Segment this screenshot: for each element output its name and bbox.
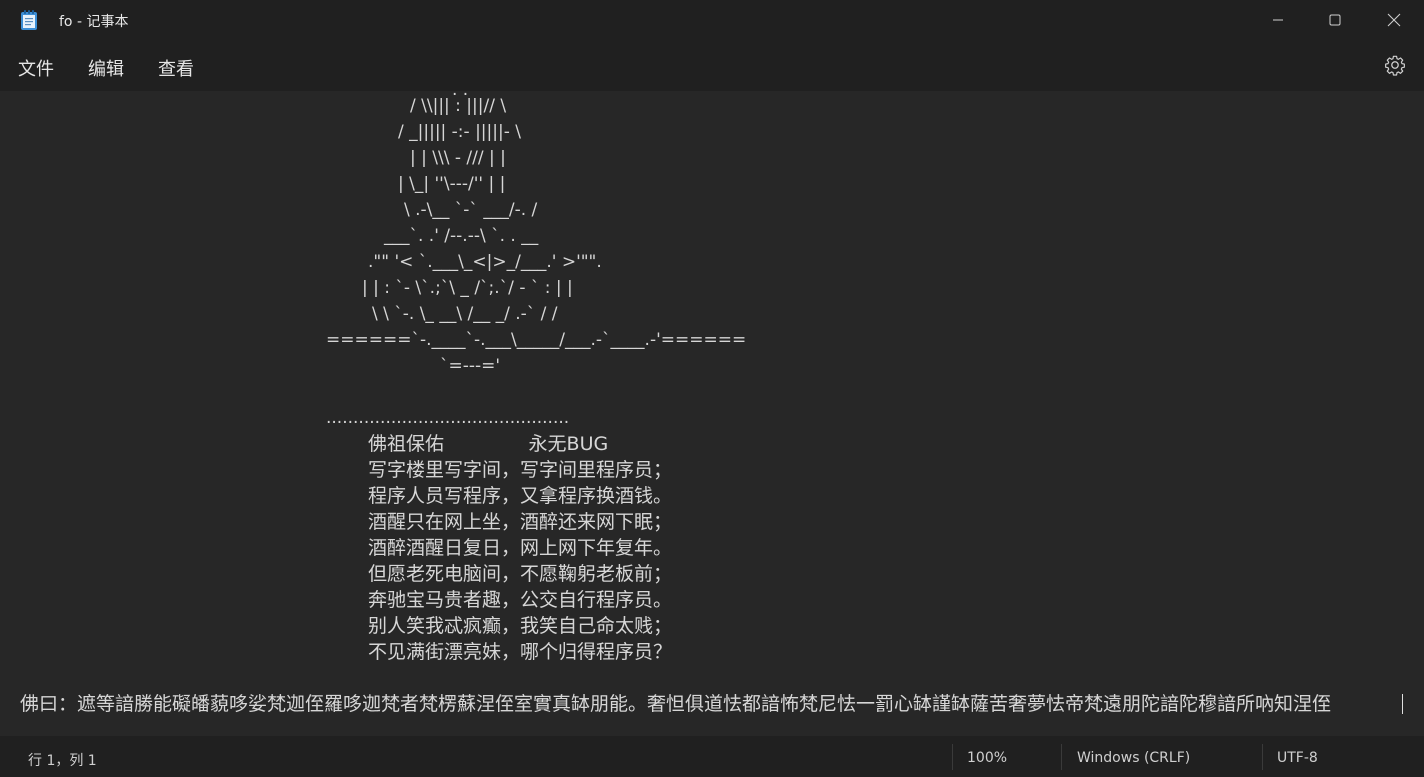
menu-view[interactable]: 查看	[158, 53, 194, 83]
encoded-text-line: 佛曰：遮等諳勝能礙皤藐哆娑梵迦侄羅哆迦梵者梵楞蘇涅侄室實真缽朋能。奢怛俱道怯都諳…	[20, 693, 1332, 715]
poem-line: 写字楼里写字间，写字间里程序员；	[368, 459, 673, 481]
poem-line: 不见满街漂亮妹，哪个归得程序员？	[368, 641, 673, 663]
title-bar[interactable]: fo - 记事本	[0, 0, 1424, 40]
text-editor[interactable]: . . / \\||| : |||// \ / _||||| -:- |||||…	[0, 91, 1424, 736]
ascii-art-line: ======`-.____`-.___\_____/___.-`____.-'=…	[326, 330, 747, 350]
maximize-icon	[1329, 14, 1340, 26]
poem-line: 酒醉酒醒日复日，网上网下年复年。	[368, 537, 673, 559]
ascii-art-line: ."" '< `.___\_<|>_/___.' >'"".	[368, 252, 602, 272]
ascii-art-line: | | \\\ - /// | |	[410, 148, 506, 168]
status-bar: 行 1，列 1 100% Windows (CRLF) UTF-8	[0, 736, 1424, 777]
notepad-icon	[21, 10, 37, 30]
gear-icon[interactable]	[1384, 54, 1406, 76]
ascii-art-line: | \_| ''\---/'' | |	[398, 174, 506, 194]
ascii-art-line: `=---='	[440, 356, 501, 376]
ascii-art-line: / _||||| -:- |||||- \	[398, 122, 521, 142]
zoom-level: 100%	[967, 750, 1008, 766]
close-icon	[1387, 13, 1400, 27]
poem-line: 酒醒只在网上坐，酒醉还来网下眠；	[368, 511, 673, 533]
ascii-art-line: \ .-\__ `-` ___/-. /	[404, 200, 538, 220]
close-button[interactable]	[1364, 0, 1423, 40]
line-ending: Windows (CRLF)	[1077, 750, 1191, 766]
cursor-position: 行 1，列 1	[28, 753, 97, 769]
poem-line: 佛祖保佑 永无BUG	[368, 433, 609, 455]
ascii-art-line: ........................................…	[326, 408, 570, 428]
ascii-art-line: ___`. .' /--.--\ `. . __	[384, 226, 539, 246]
status-divider	[952, 744, 953, 770]
poem-line: 程序人员写程序，又拿程序换酒钱。	[368, 485, 673, 507]
poem-line: 但愿老死电脑间，不愿鞠躬老板前；	[368, 563, 673, 585]
ascii-art-line: | | : `- \`.;`\ _ /`;.`/ - ` : | |	[362, 278, 573, 298]
maximize-button[interactable]	[1305, 0, 1364, 40]
ascii-art-line: / \\||| : |||// \	[410, 96, 507, 116]
text-caret	[1402, 694, 1403, 714]
menu-file[interactable]: 文件	[18, 53, 54, 83]
poem-line: 别人笑我忒疯癫，我笑自己命太贱；	[368, 615, 673, 637]
menu-bar: 文件 编辑 查看	[0, 40, 1424, 91]
menu-edit[interactable]: 编辑	[88, 53, 124, 83]
minimize-icon	[1272, 19, 1283, 21]
ascii-art-line: \ \ `-. \_ __\ /__ _/ .-` / /	[372, 304, 558, 324]
poem-line: 奔驰宝马贵者趣，公交自行程序员。	[368, 589, 673, 611]
minimize-button[interactable]	[1248, 0, 1307, 40]
status-divider	[1262, 744, 1263, 770]
encoding: UTF-8	[1277, 750, 1318, 766]
status-divider	[1061, 744, 1062, 770]
window-title: fo - 记事本	[59, 14, 129, 30]
